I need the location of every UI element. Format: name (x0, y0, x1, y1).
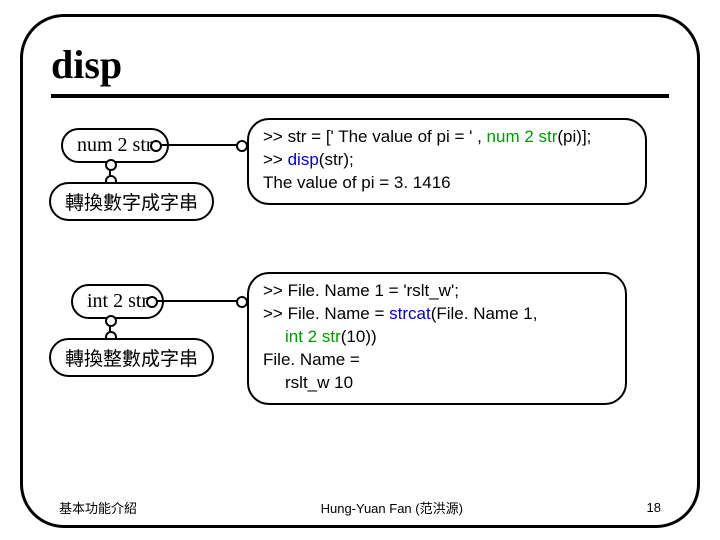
code1-line2: >> disp(str); (263, 149, 631, 172)
code2-line4: File. Name = (263, 349, 611, 372)
footer-left: 基本功能介紹 (59, 498, 137, 517)
code1-line1: >> str = [' The value of pi = ' , num 2 … (263, 126, 631, 149)
connector-v1 (109, 164, 111, 182)
code2-line1: >> File. Name 1 = 'rslt_w'; (263, 280, 611, 303)
connector-h2 (151, 300, 243, 302)
code2-line3: int 2 str(10)) (263, 326, 611, 349)
slide-frame: disp num 2 str 轉換數字成字串 >> str = [' The v… (20, 14, 700, 528)
code2-line5: rslt_w 10 (263, 372, 611, 395)
pill-num2str-desc: 轉換數字成字串 (49, 182, 214, 221)
codebox-2: >> File. Name 1 = 'rslt_w'; >> File. Nam… (247, 272, 627, 405)
slide: disp num 2 str 轉換數字成字串 >> str = [' The v… (0, 0, 720, 540)
pill-int2str-desc: 轉換整數成字串 (49, 338, 214, 377)
code1-line3: The value of pi = 3. 1416 (263, 172, 631, 195)
connector-v2 (109, 320, 111, 338)
footer: 基本功能介紹 Hung-Yuan Fan (范洪源) 18 (59, 498, 661, 517)
page-number: 18 (647, 500, 661, 515)
codebox-1: >> str = [' The value of pi = ' , num 2 … (247, 118, 647, 205)
slide-title: disp (51, 41, 669, 98)
footer-center: Hung-Yuan Fan (范洪源) (321, 498, 463, 517)
content-area: num 2 str 轉換數字成字串 >> str = [' The value … (51, 124, 669, 484)
connector-h1 (155, 144, 243, 146)
code2-line2: >> File. Name = strcat(File. Name 1, (263, 303, 611, 326)
